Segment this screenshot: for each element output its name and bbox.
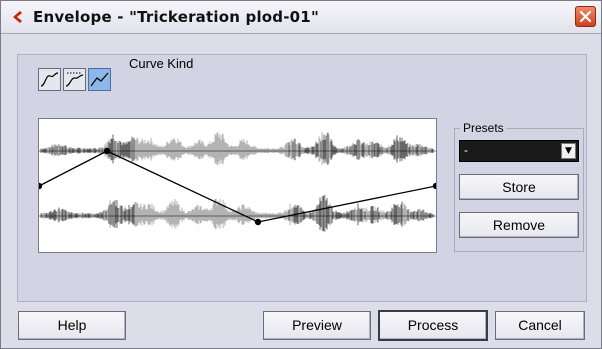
- envelope-node[interactable]: [254, 218, 262, 226]
- envelope-node[interactable]: [39, 182, 43, 190]
- damped-spline-curve-button[interactable]: [63, 68, 86, 91]
- linear-curve-button[interactable]: [88, 68, 111, 91]
- linear-curve-icon: [90, 72, 109, 87]
- curve-kind-label: Curve Kind: [129, 56, 194, 71]
- cancel-button[interactable]: Cancel: [495, 311, 585, 340]
- store-button[interactable]: Store: [459, 174, 579, 200]
- spline-curve-icon: [40, 72, 59, 87]
- cubase-logo-icon: [13, 11, 22, 23]
- presets-selected-value: -: [464, 143, 468, 157]
- envelope-node[interactable]: [432, 182, 436, 190]
- presets-select[interactable]: - ▼: [459, 140, 579, 162]
- waveform-display[interactable]: [38, 118, 437, 253]
- envelope-node[interactable]: [103, 147, 111, 155]
- title-bar: Envelope - "Trickeration plod-01": [1, 1, 601, 34]
- remove-button[interactable]: Remove: [459, 212, 579, 238]
- close-button[interactable]: [575, 6, 596, 27]
- help-button[interactable]: Help: [18, 311, 126, 340]
- presets-label: Presets: [460, 121, 507, 135]
- spline-curve-button[interactable]: [38, 68, 61, 91]
- damped-spline-curve-icon: [65, 72, 84, 87]
- envelope-dialog: Envelope - "Trickeration plod-01" Curve …: [0, 0, 602, 349]
- waveform-graphic: [39, 132, 436, 233]
- process-button[interactable]: Process: [378, 310, 488, 341]
- chevron-down-icon[interactable]: ▼: [561, 143, 576, 159]
- window-title: Envelope - "Trickeration plod-01": [33, 8, 319, 26]
- preview-button[interactable]: Preview: [263, 311, 371, 340]
- close-icon: [579, 10, 592, 23]
